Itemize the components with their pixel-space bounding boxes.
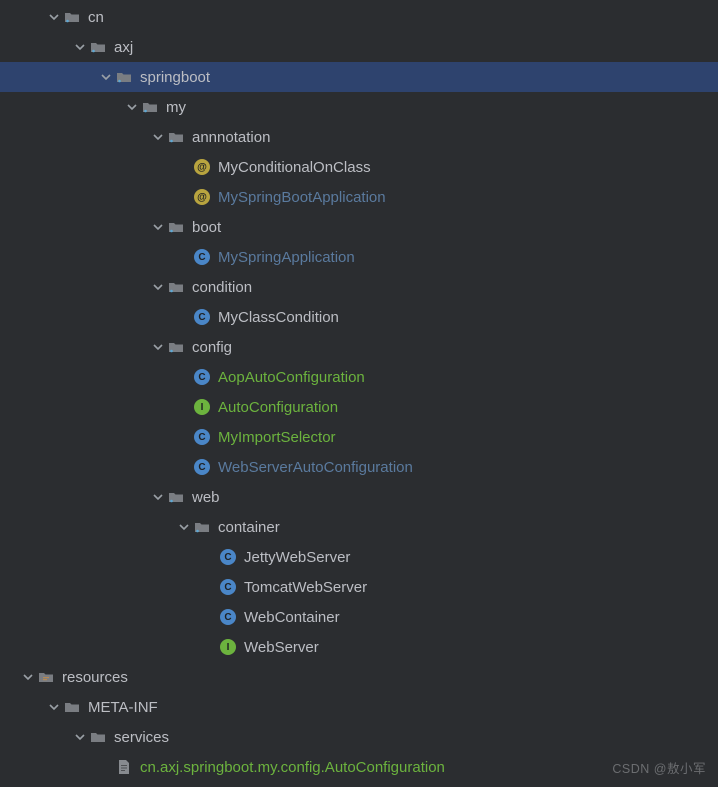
chevron-down-icon[interactable] bbox=[20, 672, 36, 682]
package-icon bbox=[166, 129, 186, 145]
interface-icon: I bbox=[192, 399, 212, 415]
tree-item-label: META-INF bbox=[88, 699, 158, 716]
interface-icon: I bbox=[218, 639, 238, 655]
tree-row[interactable]: C WebContainer bbox=[0, 602, 718, 632]
tree-row[interactable]: cn.axj.springboot.my.config.AutoConfigur… bbox=[0, 752, 718, 782]
tree-item-label: MyConditionalOnClass bbox=[218, 159, 371, 176]
tree-row[interactable]: axj bbox=[0, 32, 718, 62]
package-icon bbox=[88, 39, 108, 55]
tree-item-label: MySpringBootApplication bbox=[218, 189, 386, 206]
tree-item-label: JettyWebServer bbox=[244, 549, 350, 566]
tree-item-label: annnotation bbox=[192, 129, 270, 146]
class-icon: C bbox=[192, 309, 212, 325]
class-icon: C bbox=[192, 249, 212, 265]
class-icon: C bbox=[218, 609, 238, 625]
package-icon bbox=[140, 99, 160, 115]
file-icon bbox=[114, 759, 134, 775]
tree-row[interactable]: annnotation bbox=[0, 122, 718, 152]
chevron-down-icon[interactable] bbox=[150, 342, 166, 352]
tree-item-label: boot bbox=[192, 219, 221, 236]
project-tree[interactable]: cnaxj springboot my annnotation @ MyCondition… bbox=[0, 0, 718, 782]
tree-row[interactable]: @ MyConditionalOnClass bbox=[0, 152, 718, 182]
class-icon: C bbox=[218, 549, 238, 565]
tree-item-label: WebContainer bbox=[244, 609, 340, 626]
tree-item-label: web bbox=[192, 489, 220, 506]
package-icon bbox=[166, 219, 186, 235]
tree-row[interactable]: services bbox=[0, 722, 718, 752]
chevron-down-icon[interactable] bbox=[98, 72, 114, 82]
tree-row[interactable]: I WebServer bbox=[0, 632, 718, 662]
tree-row[interactable]: C WebServerAutoConfiguration bbox=[0, 452, 718, 482]
tree-row[interactable]: I AutoConfiguration bbox=[0, 392, 718, 422]
tree-row[interactable]: C AopAutoConfiguration bbox=[0, 362, 718, 392]
tree-item-label: condition bbox=[192, 279, 252, 296]
chevron-down-icon[interactable] bbox=[150, 492, 166, 502]
tree-item-label: cn bbox=[88, 9, 104, 26]
tree-row[interactable]: C TomcatWebServer bbox=[0, 572, 718, 602]
tree-row[interactable]: C MyClassCondition bbox=[0, 302, 718, 332]
chevron-down-icon[interactable] bbox=[72, 42, 88, 52]
chevron-down-icon[interactable] bbox=[72, 732, 88, 742]
tree-row[interactable]: config bbox=[0, 332, 718, 362]
tree-item-label: WebServer bbox=[244, 639, 319, 656]
tree-row[interactable]: resources bbox=[0, 662, 718, 692]
folder-icon bbox=[62, 699, 82, 715]
tree-row[interactable]: C MySpringApplication bbox=[0, 242, 718, 272]
tree-item-label: config bbox=[192, 339, 232, 356]
tree-row[interactable]: cn bbox=[0, 2, 718, 32]
tree-row[interactable]: container bbox=[0, 512, 718, 542]
tree-item-label: container bbox=[218, 519, 280, 536]
tree-row[interactable]: boot bbox=[0, 212, 718, 242]
tree-item-label: TomcatWebServer bbox=[244, 579, 367, 596]
chevron-down-icon[interactable] bbox=[124, 102, 140, 112]
tree-item-label: my bbox=[166, 99, 186, 116]
package-icon bbox=[166, 489, 186, 505]
tree-item-label: MySpringApplication bbox=[218, 249, 355, 266]
class-icon: C bbox=[192, 429, 212, 445]
chevron-down-icon[interactable] bbox=[46, 702, 62, 712]
package-icon bbox=[166, 339, 186, 355]
tree-item-label: AutoConfiguration bbox=[218, 399, 338, 416]
folder-icon bbox=[88, 729, 108, 745]
watermark: CSDN @敖小军 bbox=[612, 758, 706, 777]
tree-row[interactable]: C MyImportSelector bbox=[0, 422, 718, 452]
tree-row[interactable]: C JettyWebServer bbox=[0, 542, 718, 572]
tree-row[interactable]: META-INF bbox=[0, 692, 718, 722]
tree-item-label: springboot bbox=[140, 69, 210, 86]
tree-item-label: AopAutoConfiguration bbox=[218, 369, 365, 386]
class-icon: C bbox=[218, 579, 238, 595]
tree-item-label: services bbox=[114, 729, 169, 746]
tree-item-label: MyClassCondition bbox=[218, 309, 339, 326]
tree-row[interactable]: web bbox=[0, 482, 718, 512]
class-icon: C bbox=[192, 459, 212, 475]
package-icon bbox=[62, 9, 82, 25]
tree-item-label: axj bbox=[114, 39, 133, 56]
tree-item-label: resources bbox=[62, 669, 128, 686]
chevron-down-icon[interactable] bbox=[150, 222, 166, 232]
tree-item-label: MyImportSelector bbox=[218, 429, 336, 446]
tree-item-label: cn.axj.springboot.my.config.AutoConfigur… bbox=[140, 759, 445, 776]
tree-row[interactable]: my bbox=[0, 92, 718, 122]
tree-row[interactable]: @ MySpringBootApplication bbox=[0, 182, 718, 212]
chevron-down-icon[interactable] bbox=[150, 132, 166, 142]
tree-item-label: WebServerAutoConfiguration bbox=[218, 459, 413, 476]
chevron-down-icon[interactable] bbox=[46, 12, 62, 22]
class-icon: C bbox=[192, 369, 212, 385]
chevron-down-icon[interactable] bbox=[150, 282, 166, 292]
package-icon bbox=[114, 69, 134, 85]
resources-icon bbox=[36, 669, 56, 685]
package-icon bbox=[192, 519, 212, 535]
tree-row[interactable]: condition bbox=[0, 272, 718, 302]
annotation-icon: @ bbox=[192, 189, 212, 205]
package-icon bbox=[166, 279, 186, 295]
annotation-icon: @ bbox=[192, 159, 212, 175]
tree-row[interactable]: springboot bbox=[0, 62, 718, 92]
chevron-down-icon[interactable] bbox=[176, 522, 192, 532]
